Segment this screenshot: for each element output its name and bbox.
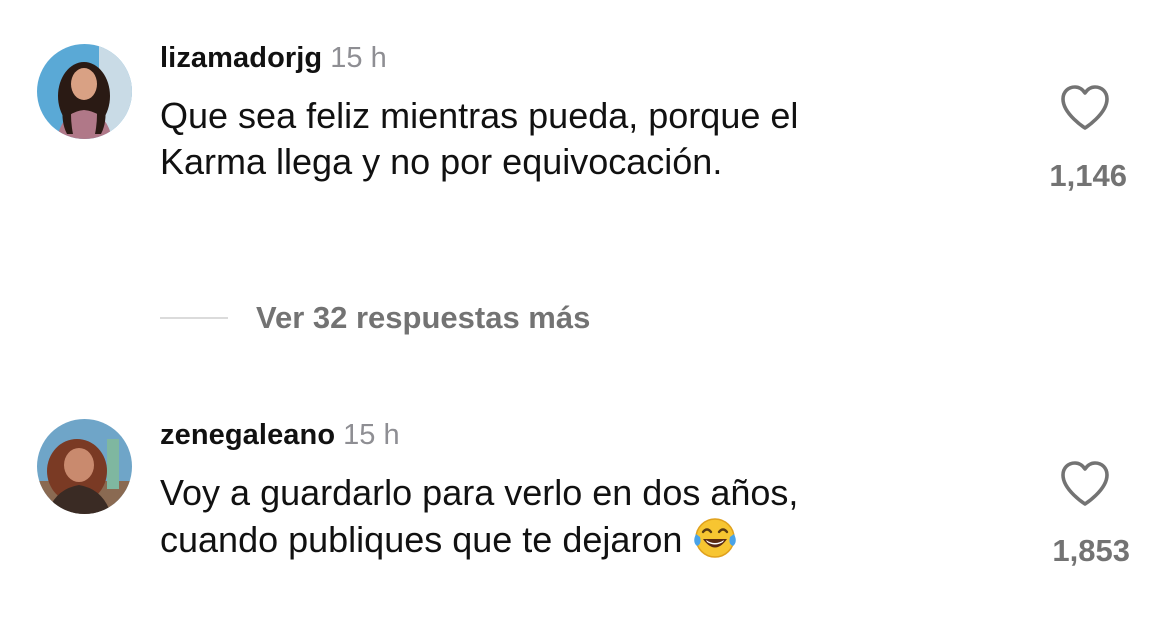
username[interactable]: zenegaleano	[160, 419, 335, 451]
avatar[interactable]	[37, 44, 132, 139]
comment-item: lizamadorjg 15 h Que sea feliz mientras p…	[0, 0, 1170, 260]
view-replies-label: Ver 32 respuestas más	[256, 300, 591, 335]
heart-outline-icon	[1061, 461, 1109, 506]
comment-text-line: Karma llega y no por equivocación.	[160, 141, 723, 182]
like-count[interactable]: 1,146	[1049, 158, 1127, 194]
comment-text-line: Voy a guardarlo para verlo en dos años,	[160, 472, 799, 513]
comment-text-segment: cuando publiques que te dejaron	[160, 519, 683, 560]
avatar[interactable]	[37, 419, 132, 514]
face-with-tears-of-joy-icon	[692, 516, 738, 560]
like-count[interactable]: 1,853	[1052, 533, 1130, 569]
replies-divider	[160, 317, 228, 319]
heart-outline-icon	[1061, 85, 1109, 130]
view-replies-button[interactable]: Ver 32 respuestas más	[160, 296, 590, 340]
comment-text-line-with-emoji: cuando publiques que te dejaron	[160, 516, 960, 563]
comment-text: Que sea feliz mientras pueda, porque el …	[160, 93, 960, 185]
timestamp: 15 h	[343, 419, 400, 451]
like-button[interactable]	[1059, 460, 1111, 508]
comment-item: zenegaleano 15 h Voy a guardarlo para ver…	[0, 400, 1170, 625]
comment-text-line: Que sea feliz mientras pueda, porque el	[160, 95, 799, 136]
comment-text: Voy a guardarlo para verlo en dos años, …	[160, 470, 960, 563]
comment-header: zenegaleano 15 h	[160, 419, 400, 452]
comment-header: lizamadorjg 15 h	[160, 42, 387, 75]
timestamp: 15 h	[330, 42, 387, 74]
like-button[interactable]	[1059, 84, 1111, 132]
username[interactable]: lizamadorjg	[160, 42, 322, 74]
